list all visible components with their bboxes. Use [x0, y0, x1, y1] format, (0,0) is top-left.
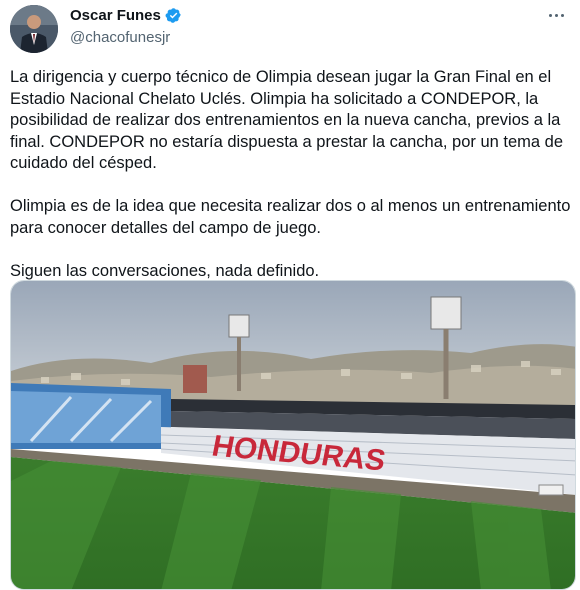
- tweet-paragraph: Siguen las conversaciones, nada definido…: [10, 261, 320, 280]
- more-options-icon[interactable]: [546, 8, 566, 22]
- profile-photo: [10, 5, 58, 53]
- stadium-photo: HONDURAS: [11, 281, 575, 589]
- tweet-text: La dirigencia y cuerpo técnico de Olimpi…: [10, 67, 576, 304]
- avatar[interactable]: [10, 5, 58, 53]
- author-name[interactable]: Oscar Funes: [70, 7, 161, 24]
- tweet-photo[interactable]: HONDURAS: [10, 280, 576, 590]
- author-handle[interactable]: @chacofunesjr: [70, 29, 170, 46]
- verified-badge-icon: [165, 8, 181, 23]
- tweet-paragraph: Olimpia es de la idea que necesita reali…: [10, 197, 571, 237]
- tweet-paragraph: La dirigencia y cuerpo técnico de Olimpi…: [10, 68, 564, 172]
